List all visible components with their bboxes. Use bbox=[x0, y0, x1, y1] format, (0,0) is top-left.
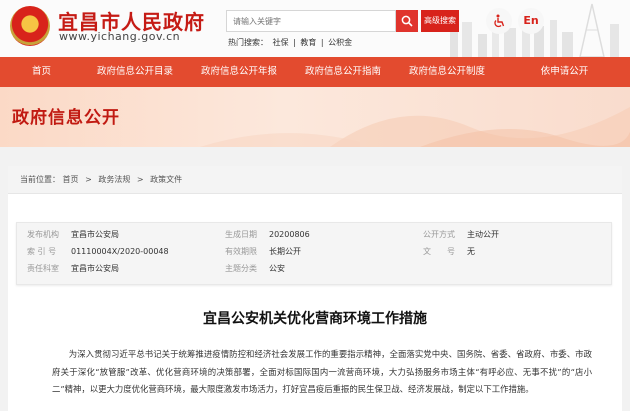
hot-search-separator: | bbox=[320, 38, 324, 47]
main-nav: 首页 政府信息公开目录 政府信息公开年报 政府信息公开指南 政府信息公开制度 依… bbox=[0, 57, 630, 87]
hot-search-term[interactable]: 公积金 bbox=[328, 38, 352, 47]
breadcrumb-item-home[interactable]: 首页 bbox=[63, 175, 79, 184]
search-input[interactable] bbox=[226, 10, 396, 32]
document-meta: 发布机构 宜昌市公安局 生成日期 20200806 公开方式 主动公开 索 引 号 01… bbox=[16, 222, 612, 285]
meta-topic: 主题分类 公安 bbox=[225, 263, 285, 274]
meta-row: 索 引 号 01110004X/2020-00048 有效期限 长期公开 文 号 无 bbox=[17, 246, 613, 262]
meta-value: 20200806 bbox=[269, 230, 310, 239]
meta-label: 有效期限 bbox=[225, 247, 257, 256]
document-body: 为深入贯彻习近平总书记关于统筹推进疫情防控和经济社会发展工作的重要指示精神，全面… bbox=[52, 349, 592, 394]
meta-label: 发布机构 bbox=[27, 230, 59, 239]
nav-item-guide[interactable]: 政府信息公开指南 bbox=[291, 57, 395, 87]
hot-search-label: 热门搜索： bbox=[228, 38, 268, 47]
site-header: 宜昌市人民政府 www.yichang.gov.cn 高级搜索 热门搜索： 社保… bbox=[0, 0, 630, 57]
meta-row: 责任科室 宜昌市公安局 主题分类 公安 bbox=[17, 263, 613, 279]
hot-search-term[interactable]: 社保 bbox=[273, 38, 289, 47]
meta-disclosure-mode: 公开方式 主动公开 bbox=[423, 229, 499, 240]
accessibility-icon bbox=[494, 14, 505, 28]
meta-label: 主题分类 bbox=[225, 264, 257, 273]
meta-document-number: 文 号无 bbox=[423, 246, 475, 257]
content-panel: 当前位置： 首页 > 政务法规 > 政策文件 发布机构 宜昌市公安局 生成日期 20… bbox=[8, 166, 622, 411]
meta-label: 责任科室 bbox=[27, 264, 59, 273]
advanced-search-button[interactable]: 高级搜索 bbox=[421, 10, 459, 32]
meta-value: 宜昌市公安局 bbox=[71, 264, 119, 273]
breadcrumb-separator: > bbox=[136, 175, 144, 184]
meta-value: 宜昌市公安局 bbox=[71, 230, 119, 239]
hot-search: 热门搜索： 社保 | 教育 | 公积金 bbox=[228, 37, 354, 48]
emblem-icon bbox=[10, 6, 50, 46]
hot-search-term[interactable]: 教育 bbox=[300, 38, 316, 47]
document-title: 宜昌公安机关优化营商环境工作措施 bbox=[203, 311, 427, 327]
meta-label: 文 号 bbox=[423, 247, 455, 256]
meta-publisher: 发布机构 宜昌市公安局 bbox=[27, 229, 119, 240]
meta-label: 公开方式 bbox=[423, 230, 455, 239]
breadcrumb-item-policy-docs[interactable]: 政策文件 bbox=[150, 175, 182, 184]
nav-item-annual-report[interactable]: 政府信息公开年报 bbox=[187, 57, 291, 87]
banner-title: 政府信息公开 bbox=[12, 108, 120, 128]
breadcrumb-separator: > bbox=[85, 175, 92, 184]
nav-item-application[interactable]: 依申请公开 bbox=[499, 57, 630, 87]
nav-item-policy[interactable]: 政府信息公开制度 bbox=[395, 57, 499, 87]
nav-item-directory[interactable]: 政府信息公开目录 bbox=[83, 57, 187, 87]
meta-label: 生成日期 bbox=[225, 230, 257, 239]
hot-search-separator: | bbox=[293, 38, 296, 47]
meta-value: 公安 bbox=[269, 264, 285, 273]
meta-index-number: 索 引 号 01110004X/2020-00048 bbox=[27, 246, 169, 257]
meta-value: 主动公开 bbox=[467, 230, 499, 239]
section-banner: 政府信息公开 bbox=[0, 87, 630, 147]
breadcrumb-prefix: 当前位置： bbox=[20, 175, 60, 184]
meta-date: 生成日期 20200806 bbox=[225, 229, 310, 240]
breadcrumb-item-regulations[interactable]: 政务法规 bbox=[98, 175, 130, 184]
breadcrumb: 当前位置： 首页 > 政务法规 > 政策文件 bbox=[8, 166, 622, 194]
page: 宜昌市人民政府 www.yichang.gov.cn 高级搜索 热门搜索： 社保… bbox=[0, 0, 630, 411]
meta-row: 发布机构 宜昌市公安局 生成日期 20200806 公开方式 主动公开 bbox=[17, 229, 613, 245]
meta-value: 无 bbox=[467, 247, 475, 256]
search-icon bbox=[401, 15, 413, 27]
meta-label: 索 引 号 bbox=[27, 247, 57, 256]
meta-value: 01110004X/2020-00048 bbox=[71, 247, 169, 256]
meta-validity: 有效期限 长期公开 bbox=[225, 246, 301, 257]
accessibility-button[interactable] bbox=[486, 8, 512, 34]
search-button[interactable] bbox=[396, 10, 418, 32]
site-url: www.yichang.gov.cn bbox=[59, 30, 181, 43]
nav-item-home[interactable]: 首页 bbox=[0, 57, 83, 87]
language-switch[interactable]: En bbox=[518, 8, 544, 34]
meta-department: 责任科室 宜昌市公安局 bbox=[27, 263, 119, 274]
meta-value: 长期公开 bbox=[269, 247, 301, 256]
